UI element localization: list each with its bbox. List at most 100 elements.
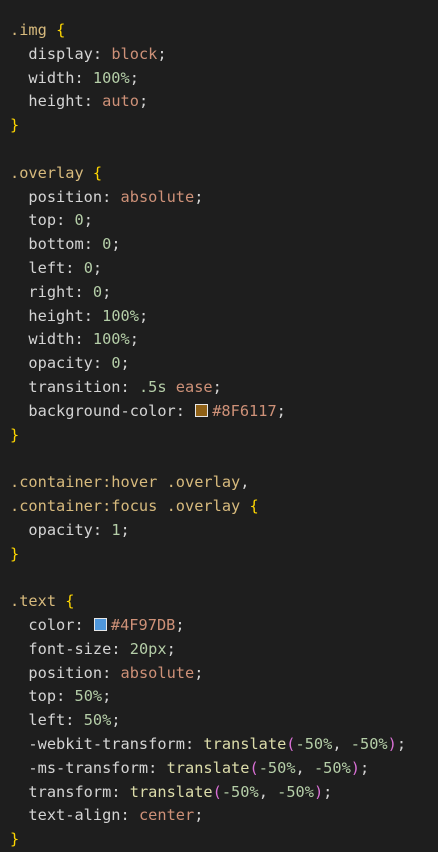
code-token: {: [249, 496, 259, 515]
code-token: -50%: [313, 758, 351, 777]
code-token: }: [10, 116, 20, 135]
code-line: -ms-transform: translate(-50%, -50%);: [10, 757, 438, 781]
code-token: }: [10, 544, 20, 563]
code-token: ;: [175, 615, 185, 634]
code-token: :: [175, 401, 195, 420]
code-token: auto: [102, 92, 139, 111]
code-token: ;: [323, 782, 333, 801]
code-token: {: [56, 21, 66, 39]
code-line: position: absolute;: [10, 186, 438, 210]
code-token: :: [65, 258, 84, 277]
code-line: top: 0;: [10, 209, 438, 233]
code-line: text-align: center;: [10, 804, 438, 828]
code-token: display: [10, 44, 93, 63]
code-token: 0: [74, 211, 84, 230]
code-token: width: [10, 68, 75, 87]
code-token: 0: [102, 235, 112, 254]
code-line: opacity: 1;: [10, 519, 438, 543]
code-token: ): [350, 758, 361, 777]
code-token: height: [10, 306, 84, 325]
code-line: .text {: [10, 590, 438, 614]
code-line: right: 0;: [10, 281, 438, 305]
code-token: (: [286, 734, 296, 753]
code-line: }: [10, 543, 438, 567]
code-token: :: [102, 663, 121, 682]
code-token: top: [10, 211, 57, 230]
code-token: ;: [276, 401, 286, 420]
code-token: right: [10, 282, 75, 301]
code-token: }: [10, 830, 20, 849]
code-line: width: 100%;: [10, 328, 438, 352]
code-token: :: [83, 92, 103, 111]
code-token: 20px: [129, 639, 167, 658]
code-token: {: [92, 163, 103, 182]
code-line: .container:focus .overlay {: [10, 495, 438, 519]
code-token: font-size: [10, 639, 112, 658]
code-token: ,: [258, 782, 278, 801]
code-token: .overlay: [10, 163, 84, 182]
code-token: transform: [10, 782, 112, 801]
code-token: translate: [203, 734, 287, 753]
code-token: :: [120, 377, 139, 396]
code-token: left: [10, 711, 66, 730]
code-token: position: [10, 663, 103, 682]
code-token: 100%: [92, 330, 130, 349]
code-token: ;: [129, 330, 139, 349]
code-token: position: [10, 187, 103, 206]
code-token: 100%: [92, 68, 130, 87]
code-line: height: auto;: [10, 90, 438, 114]
code-token: :: [74, 68, 93, 87]
code-token: top: [10, 687, 57, 706]
code-token: :: [74, 282, 93, 301]
code-token: ,: [295, 758, 314, 777]
color-swatch-icon[interactable]: [93, 617, 107, 631]
code-line: -webkit-transform: translate(-50%, -50%)…: [10, 733, 438, 757]
code-token: :: [92, 354, 112, 373]
code-token: translate: [129, 782, 213, 801]
code-token: .overlay: [166, 473, 241, 492]
code-token: bottom: [10, 235, 84, 254]
code-line: position: absolute;: [10, 662, 438, 686]
code-token: :: [83, 306, 103, 325]
code-token: (: [212, 782, 222, 801]
code-token: -50%: [350, 734, 388, 753]
code-token: ;: [129, 68, 139, 87]
code-line: left: 50%;: [10, 709, 438, 733]
code-token: :: [120, 806, 139, 825]
code-token: opacity: [10, 354, 93, 373]
code-token: :: [92, 520, 112, 539]
code-line: bottom: 0;: [10, 233, 438, 257]
code-token: ): [313, 782, 324, 801]
code-token: ease: [175, 377, 213, 396]
code-token: opacity: [10, 520, 93, 539]
code-line: height: 100%;: [10, 305, 438, 329]
code-token: ;: [157, 44, 167, 63]
code-line: width: 100%;: [10, 67, 438, 91]
code-token: :: [111, 639, 130, 658]
code-line: }: [10, 828, 438, 852]
color-swatch-icon[interactable]: [195, 403, 209, 417]
code-line: background-color: #8F6117;: [10, 400, 438, 424]
code-token: 50%: [83, 711, 112, 730]
code-token: 1: [111, 520, 121, 539]
code-editor[interactable]: .img { display: block; width: 100%; heig…: [10, 19, 438, 852]
code-token: ;: [111, 711, 121, 730]
code-token: .text: [10, 592, 57, 611]
code-token: .img: [10, 21, 47, 39]
code-token: ;: [120, 520, 130, 539]
code-token: ;: [212, 377, 222, 396]
code-token: ;: [194, 663, 204, 682]
code-token: -50%: [295, 734, 333, 753]
code-token: -50%: [258, 758, 296, 777]
code-token: width: [10, 330, 75, 349]
code-token: ,: [240, 473, 250, 492]
code-token: color: [10, 615, 75, 634]
code-line: }: [10, 114, 438, 138]
code-line: opacity: 0;: [10, 352, 438, 376]
